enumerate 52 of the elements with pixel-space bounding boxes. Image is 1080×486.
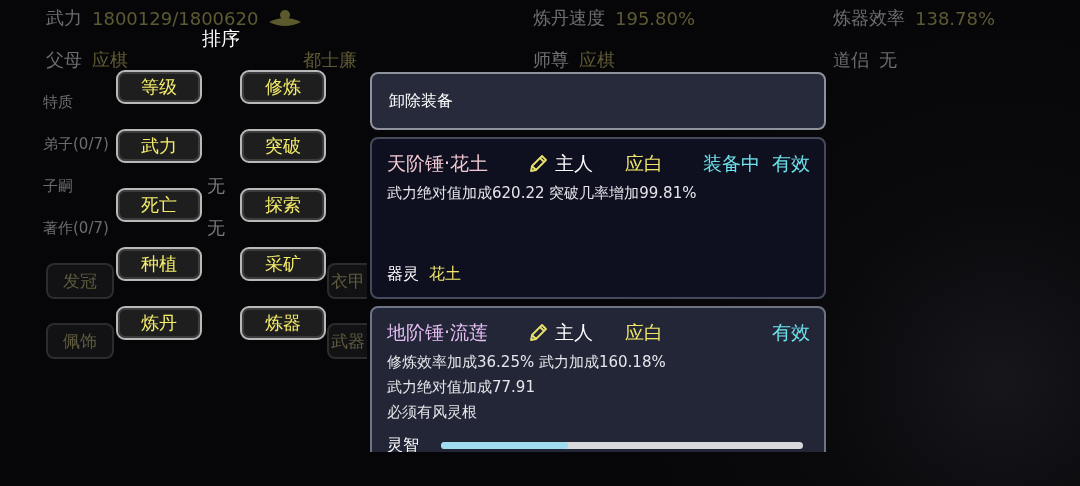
stat-value: 138.78% bbox=[915, 7, 996, 29]
relation-value: 应棋 bbox=[579, 48, 615, 72]
relation-label: 道侣 bbox=[833, 48, 869, 72]
stat-value: 1800129/1800620 bbox=[92, 7, 259, 29]
equipment-card[interactable]: 地阶锤·流莲 主人 应白 有效 修炼效率加成36.25% 武力加成160.18% 武力绝对值加成77.91 必须有风灵根 灵智 bbox=[370, 306, 826, 452]
sort-option-button[interactable]: 修炼 bbox=[240, 70, 326, 104]
sort-option-button[interactable]: 种植 bbox=[116, 247, 202, 281]
effect-text: 武力绝对值加成77.91 bbox=[387, 377, 536, 398]
sort-option-button[interactable]: 武力 bbox=[116, 129, 202, 163]
relation-value: 无 bbox=[879, 48, 897, 72]
owner-name: 应白 bbox=[625, 151, 663, 176]
relation-label: 父母 bbox=[46, 48, 82, 72]
equipped-status: 装备中 bbox=[703, 151, 760, 176]
detail-label: 特质 bbox=[43, 92, 73, 112]
effect-text: 修炼效率加成36.25% 武力加成160.18% bbox=[387, 352, 667, 373]
sort-option-button[interactable]: 等级 bbox=[116, 70, 202, 104]
sort-option-button[interactable]: 探索 bbox=[240, 188, 326, 222]
sort-option-button[interactable]: 突破 bbox=[240, 129, 326, 163]
spirit-label: 器灵 bbox=[387, 264, 419, 285]
detail-label: 弟子(0/7) bbox=[43, 134, 109, 154]
owner-name: 应白 bbox=[625, 320, 663, 345]
equipment-name: 天阶锤·花土 bbox=[387, 151, 490, 176]
detail-label: 子嗣 bbox=[43, 176, 74, 196]
stat-label: 炼器效率 bbox=[833, 6, 905, 30]
pencil-icon[interactable] bbox=[527, 322, 549, 344]
detail-label: 著作(0/7) bbox=[43, 218, 110, 238]
validity-status: 有效 bbox=[772, 151, 810, 176]
detail-value: 无 bbox=[207, 174, 225, 198]
sort-option-button[interactable]: 炼器 bbox=[240, 306, 326, 340]
relation-value: 都士廉 bbox=[303, 48, 357, 72]
equipment-name: 地阶锤·流莲 bbox=[387, 320, 490, 345]
pencil-icon[interactable] bbox=[527, 153, 549, 175]
sort-option-button[interactable]: 死亡 bbox=[116, 188, 202, 222]
sort-option-button[interactable]: 采矿 bbox=[240, 247, 326, 281]
effect-text: 必须有风灵根 bbox=[387, 402, 478, 423]
relation-value: 应棋 bbox=[92, 48, 128, 72]
owner-label: 主人 bbox=[555, 320, 594, 345]
validity-status: 有效 bbox=[772, 320, 810, 345]
spirit-name: 花土 bbox=[429, 264, 461, 285]
sort-option-button[interactable]: 炼丹 bbox=[116, 306, 202, 340]
detail-value: 无 bbox=[207, 216, 225, 240]
relation-label: 师尊 bbox=[533, 48, 569, 72]
sort-title: 排序 bbox=[202, 27, 240, 51]
stat-label: 炼丹速度 bbox=[533, 6, 605, 30]
owner-label: 主人 bbox=[555, 151, 594, 176]
effect-text: 武力绝对值加成620.22 突破几率增加99.81% bbox=[387, 183, 698, 204]
stat-value: 195.80% bbox=[615, 7, 696, 29]
equipment-card[interactable]: 天阶锤·花土 主人 应白 装备中 有效 武力绝对值加成620.22 突破几率增加99.81% 器灵 花土 bbox=[370, 137, 826, 299]
hat-icon bbox=[268, 8, 303, 28]
meter-label: 灵智 bbox=[387, 435, 419, 452]
unequip-button[interactable]: 卸除装备 bbox=[370, 72, 826, 130]
stat-label: 武力 bbox=[46, 6, 82, 30]
